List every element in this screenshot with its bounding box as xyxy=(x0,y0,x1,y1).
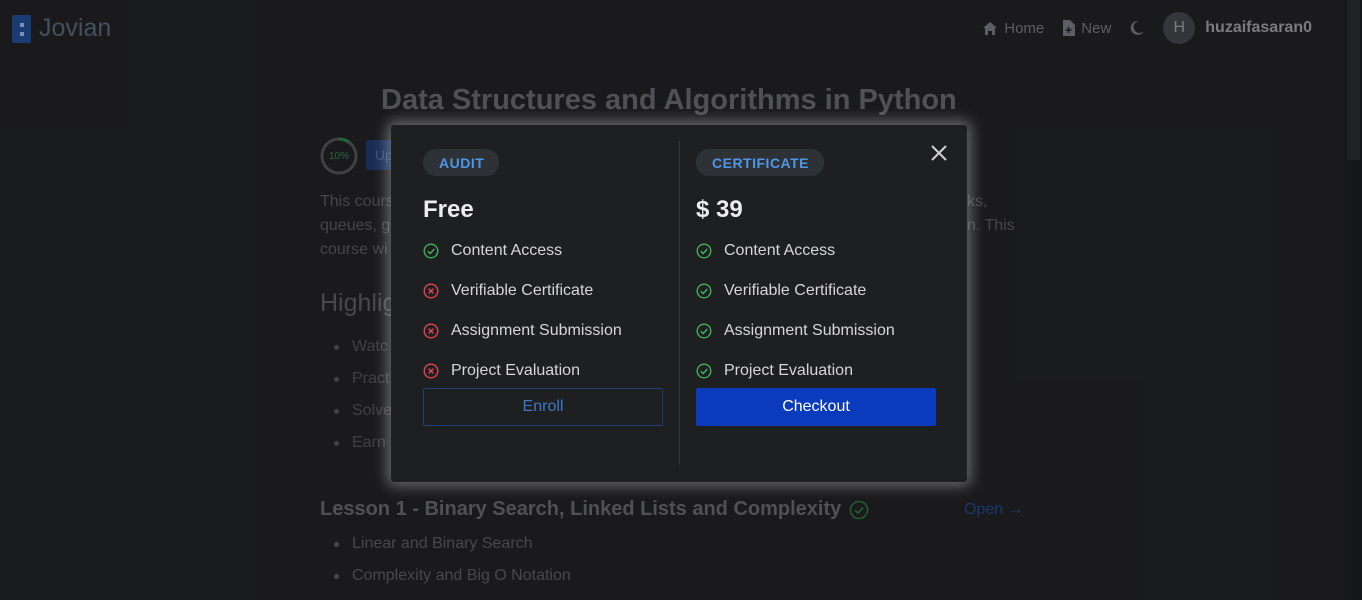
audit-price: Free xyxy=(423,196,474,223)
x-circle-icon xyxy=(423,323,439,339)
feature-label: Assignment Submission xyxy=(724,322,895,339)
plan-divider xyxy=(679,141,680,465)
enroll-button[interactable]: Enroll xyxy=(423,388,663,426)
check-circle-icon xyxy=(423,243,439,259)
x-circle-icon xyxy=(423,283,439,299)
feature-label: Content Access xyxy=(451,242,563,259)
check-circle-icon xyxy=(696,283,712,299)
feature-label: Content Access xyxy=(724,242,836,259)
pricing-modal: AUDIT Free Content Access Verifiable Cert… xyxy=(391,125,967,482)
feature-label: Project Evaluation xyxy=(451,362,580,379)
feature-label: Assignment Submission xyxy=(451,322,622,339)
audit-plan: AUDIT Free Content Access Verifiable Cert… xyxy=(423,149,663,402)
check-circle-icon xyxy=(696,363,712,379)
feature-item: Assignment Submission xyxy=(423,322,663,362)
feature-item: Verifiable Certificate xyxy=(423,282,663,322)
feature-label: Verifiable Certificate xyxy=(724,282,867,299)
feature-item: Assignment Submission xyxy=(696,322,936,362)
certificate-badge: CERTIFICATE xyxy=(696,149,825,176)
check-circle-icon xyxy=(696,323,712,339)
certificate-feature-list: Content Access Verifiable Certificate Assi… xyxy=(696,242,936,402)
certificate-price: $ 39 xyxy=(696,196,743,223)
certificate-plan: CERTIFICATE $ 39 Content Access Verifiabl… xyxy=(696,149,936,402)
feature-item: Content Access xyxy=(696,242,936,282)
audit-badge: AUDIT xyxy=(423,149,500,176)
audit-feature-list: Content Access Verifiable Certificate Assi… xyxy=(423,242,663,402)
checkout-button[interactable]: Checkout xyxy=(696,388,936,426)
feature-item: Verifiable Certificate xyxy=(696,282,936,322)
feature-item: Content Access xyxy=(423,242,663,282)
check-circle-icon xyxy=(696,243,712,259)
feature-label: Project Evaluation xyxy=(724,362,853,379)
x-circle-icon xyxy=(423,363,439,379)
feature-label: Verifiable Certificate xyxy=(451,282,594,299)
